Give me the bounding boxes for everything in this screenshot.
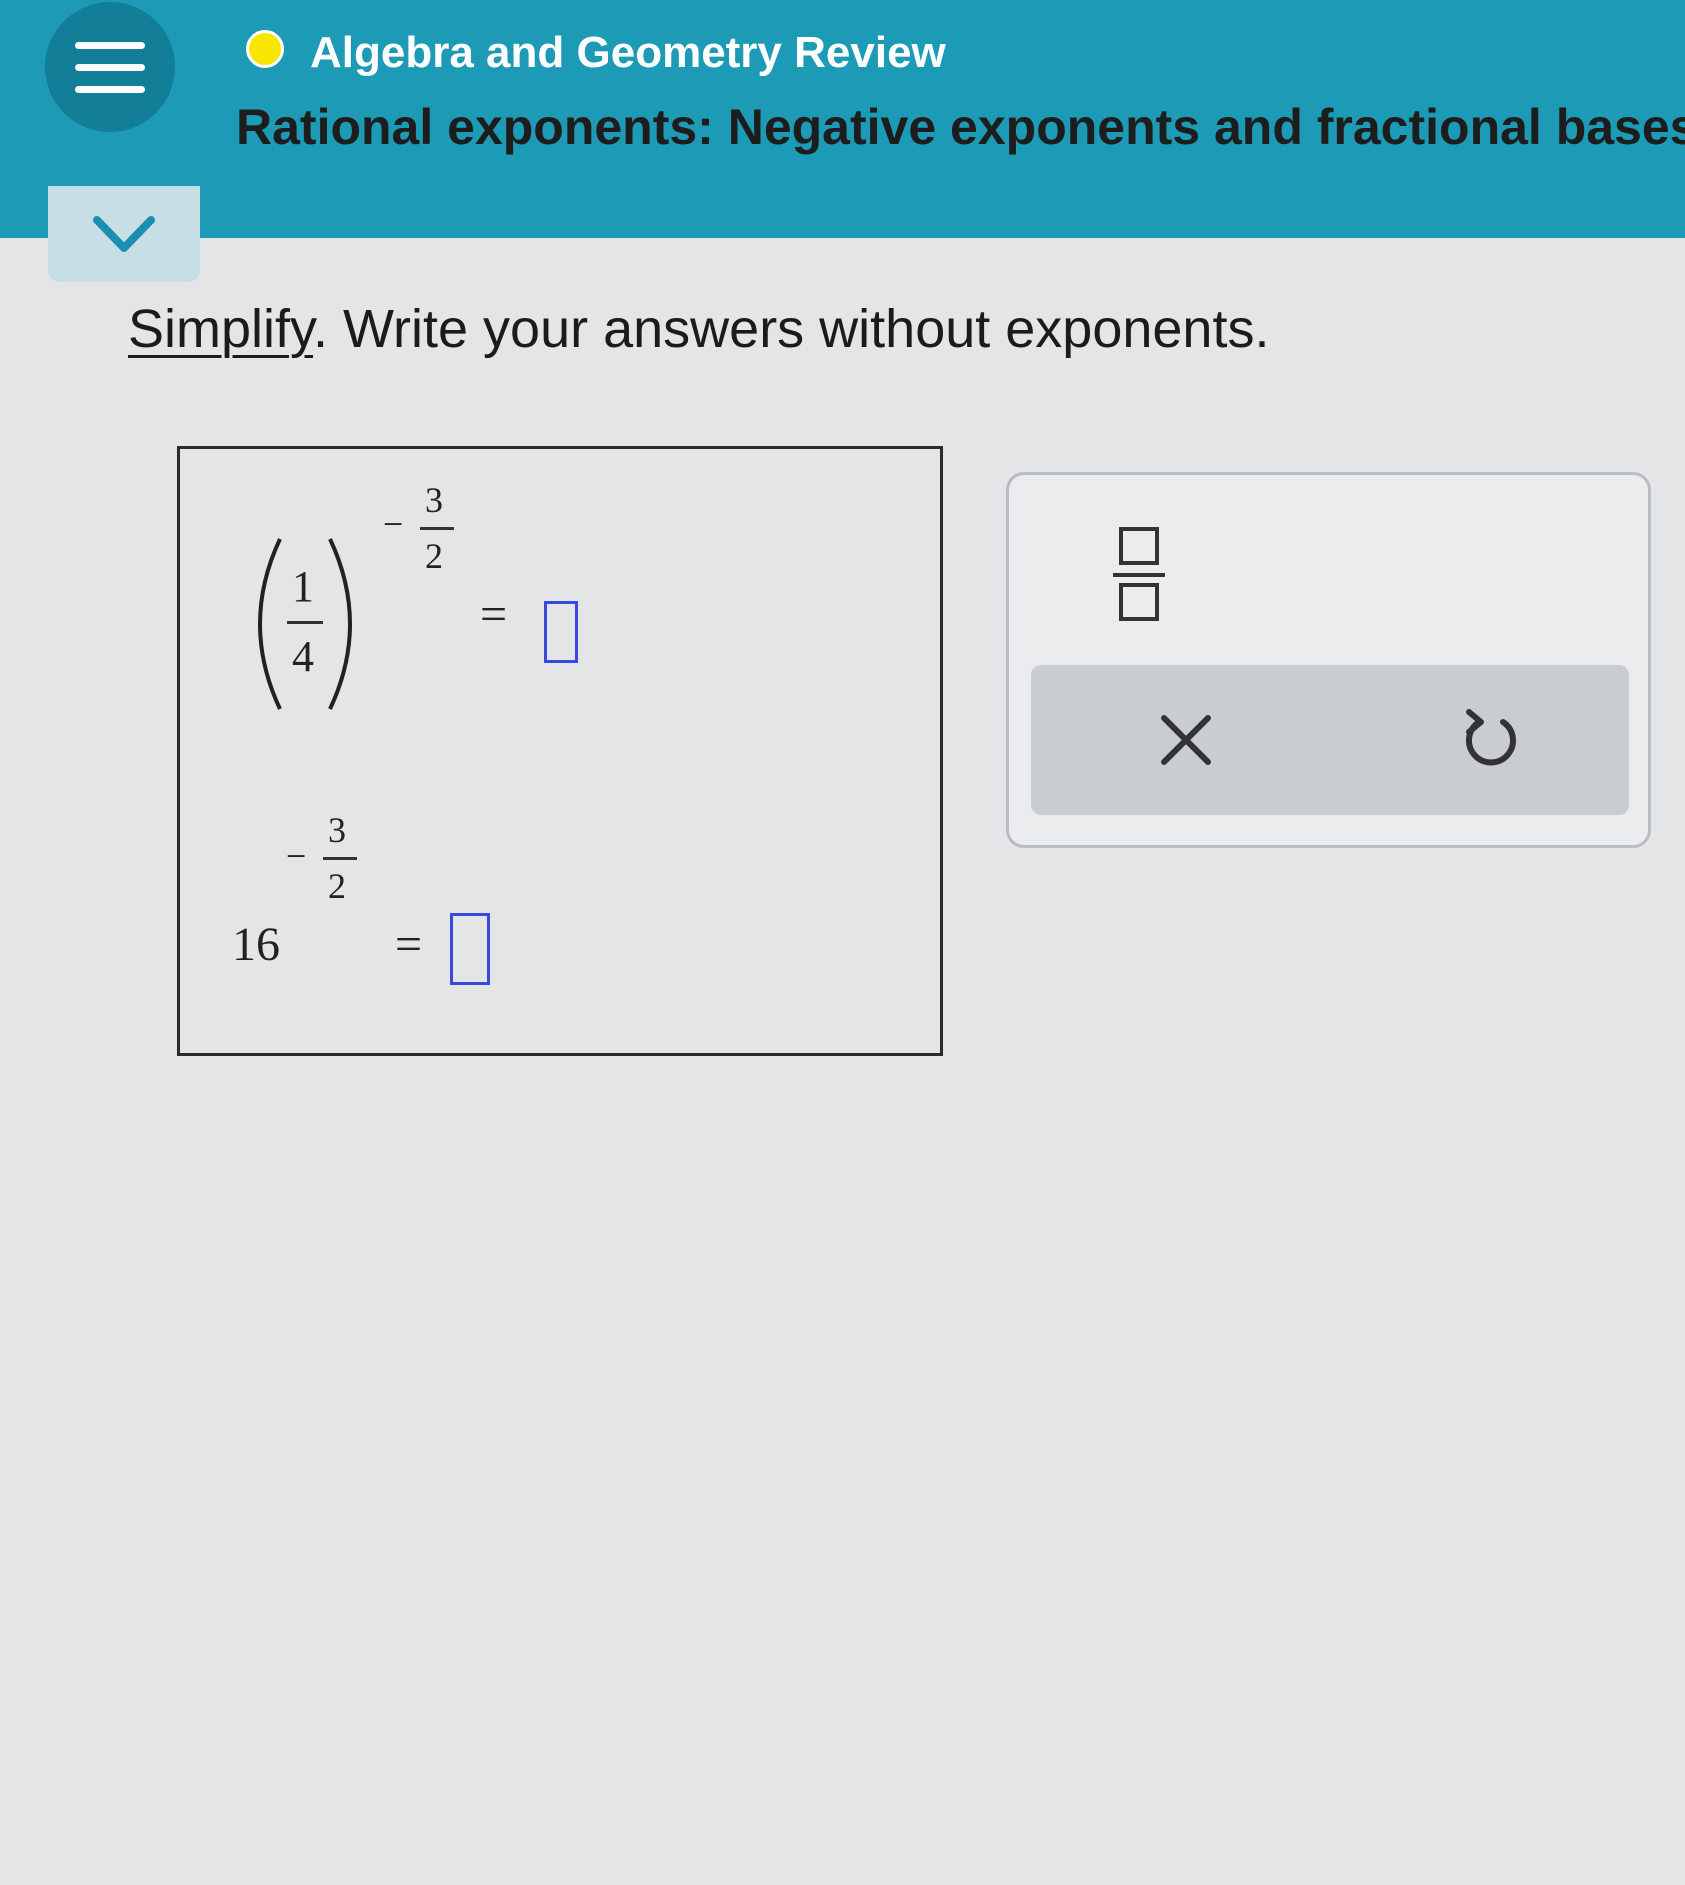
math-tool-panel: [1006, 472, 1651, 848]
answer-input-2[interactable]: [450, 913, 490, 985]
exponent-fraction-bar: [323, 857, 357, 860]
progress-status-dot: [246, 30, 284, 68]
menu-icon-bar: [75, 64, 145, 71]
right-paren: [328, 538, 352, 710]
undo-icon[interactable]: [1451, 700, 1531, 780]
instruction-text: Simplify. Write your answers without exp…: [128, 298, 1269, 360]
exponent-denominator: 2: [425, 536, 443, 576]
menu-button[interactable]: [45, 2, 175, 132]
topic-title: Rational exponents: Negative exponents a…: [236, 99, 1685, 155]
answer-input-1[interactable]: [544, 601, 578, 663]
menu-icon: [75, 42, 145, 49]
course-title: Algebra and Geometry Review: [310, 28, 946, 77]
close-icon[interactable]: [1146, 700, 1226, 780]
chevron-down-icon: [93, 216, 155, 252]
equals-sign: =: [480, 588, 508, 641]
collapse-toggle[interactable]: [48, 186, 200, 282]
exponent-sign: −: [286, 836, 307, 876]
left-paren: [258, 538, 282, 710]
simplify-link[interactable]: Simplify: [128, 299, 313, 359]
problem-area: 1 4 − 3 2 = 16 − 3 2 =: [177, 446, 943, 1056]
action-bar: [1031, 665, 1629, 815]
fraction-template-icon[interactable]: [1109, 523, 1169, 623]
base-number: 16: [232, 918, 280, 971]
base-numerator: 1: [292, 562, 314, 611]
exponent-fraction-bar: [420, 527, 454, 530]
base-denominator: 4: [292, 632, 314, 681]
exponent-denominator: 2: [328, 866, 346, 906]
exponent-numerator: 3: [328, 810, 346, 850]
menu-icon-bar: [75, 86, 145, 93]
equals-sign: =: [395, 918, 423, 971]
instruction-rest: . Write your answers without exponents.: [313, 299, 1270, 359]
exponent-numerator: 3: [425, 480, 443, 520]
header-bar: Algebra and Geometry Review Rational exp…: [0, 0, 1685, 238]
exponent-sign: −: [383, 504, 404, 544]
